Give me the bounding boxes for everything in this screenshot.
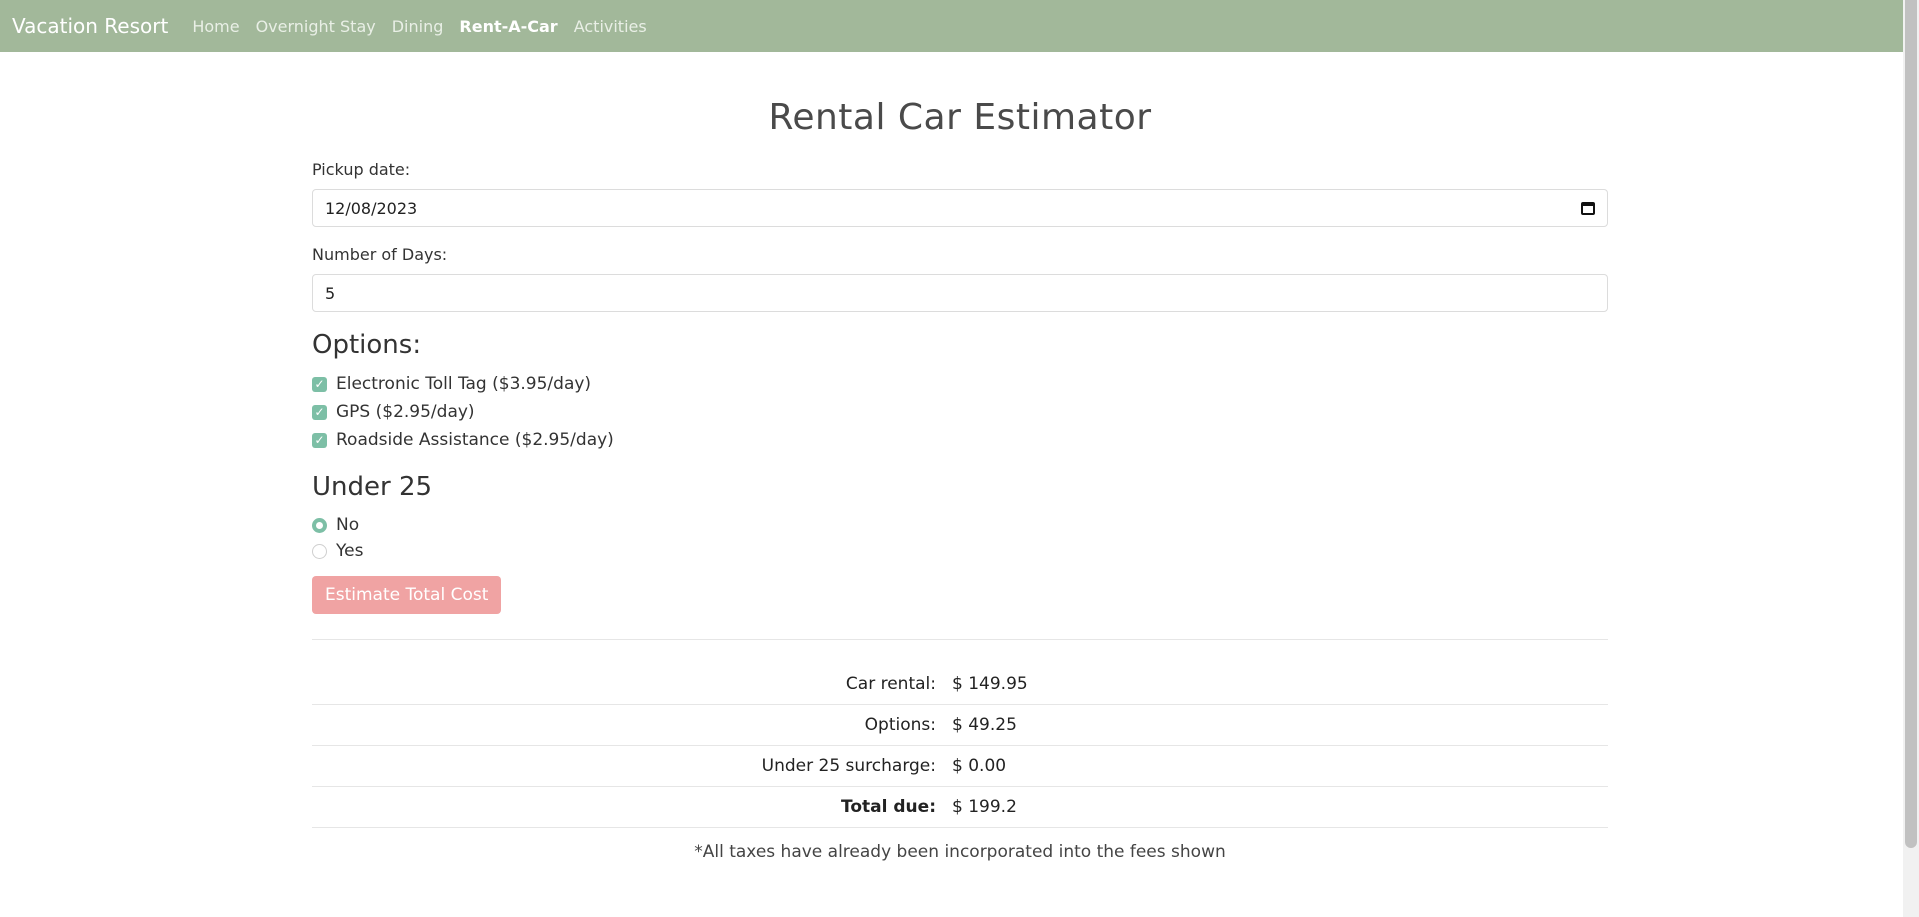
result-row-options: Options: $ 49.25 xyxy=(312,705,1608,746)
calendar-icon[interactable] xyxy=(1581,201,1595,215)
under-25-heading: Under 25 xyxy=(312,472,433,502)
scrollbar-thumb[interactable] xyxy=(1905,0,1917,848)
option-gps-label: GPS ($2.95/day) xyxy=(336,402,475,422)
option-gps[interactable]: ✓ GPS ($2.95/day) xyxy=(312,398,1608,426)
number-of-days-value: 5 xyxy=(325,283,336,303)
nav-link-overnight-stay[interactable]: Overnight Stay xyxy=(256,17,376,36)
main-content: Rental Car Estimator Pickup date: 12/08/… xyxy=(312,52,1608,862)
vertical-scrollbar[interactable] xyxy=(1903,0,1919,917)
results-table: Car rental: $ 149.95 Options: $ 49.25 Un… xyxy=(312,664,1608,828)
result-row-total-due: Total due: $ 199.2 xyxy=(312,787,1608,828)
number-of-days-input[interactable]: 5 xyxy=(312,274,1608,312)
radio-unselected-icon[interactable] xyxy=(312,543,327,559)
pickup-date-value: 12/08/2023 xyxy=(325,198,418,218)
nav-link-activities[interactable]: Activities xyxy=(574,17,647,36)
result-label: Car rental: xyxy=(845,674,936,694)
result-row-under-25-surcharge: Under 25 surcharge: $ 0.00 xyxy=(312,746,1608,787)
under-25-no-label: No xyxy=(336,515,360,535)
estimate-total-cost-button[interactable]: Estimate Total Cost xyxy=(312,576,502,614)
result-value: $ 199.2 xyxy=(952,797,1017,817)
pickup-date-label: Pickup date: xyxy=(312,160,411,179)
result-label: Under 25 surcharge: xyxy=(761,756,936,776)
options-heading: Options: xyxy=(312,330,422,360)
nav-link-rent-a-car[interactable]: Rent-A-Car xyxy=(459,17,557,36)
option-roadside-assistance[interactable]: ✓ Roadside Assistance ($2.95/day) xyxy=(312,426,1608,454)
checkbox-checked-icon[interactable]: ✓ xyxy=(312,376,327,392)
under-25-yes-option[interactable]: Yes xyxy=(312,538,1608,564)
tax-footnote: *All taxes have already been incorporate… xyxy=(694,842,1226,862)
result-value: $ 149.95 xyxy=(952,674,1028,694)
result-label: Options: xyxy=(864,715,936,735)
pickup-date-input[interactable]: 12/08/2023 xyxy=(312,189,1608,227)
under-25-yes-label: Yes xyxy=(336,541,364,561)
result-value: $ 49.25 xyxy=(952,715,1017,735)
option-toll-tag[interactable]: ✓ Electronic Toll Tag ($3.95/day) xyxy=(312,370,1608,398)
navbar: Vacation Resort Home Overnight Stay Dini… xyxy=(0,0,1903,52)
result-value: $ 0.00 xyxy=(952,756,1007,776)
checkbox-checked-icon[interactable]: ✓ xyxy=(312,432,327,448)
page-title: Rental Car Estimator xyxy=(768,97,1152,138)
result-row-car-rental: Car rental: $ 149.95 xyxy=(312,664,1608,705)
option-roadside-assistance-label: Roadside Assistance ($2.95/day) xyxy=(336,430,614,450)
number-of-days-label: Number of Days: xyxy=(312,245,448,264)
radio-selected-icon[interactable] xyxy=(312,517,327,533)
checkbox-checked-icon[interactable]: ✓ xyxy=(312,404,327,420)
under-25-no-option[interactable]: No xyxy=(312,512,1608,538)
option-toll-tag-label: Electronic Toll Tag ($3.95/day) xyxy=(336,374,592,394)
brand-link[interactable]: Vacation Resort xyxy=(12,14,168,38)
nav-link-dining[interactable]: Dining xyxy=(392,17,444,36)
nav-link-home[interactable]: Home xyxy=(192,17,239,36)
result-label: Total due: xyxy=(841,797,936,817)
divider xyxy=(312,639,1608,640)
